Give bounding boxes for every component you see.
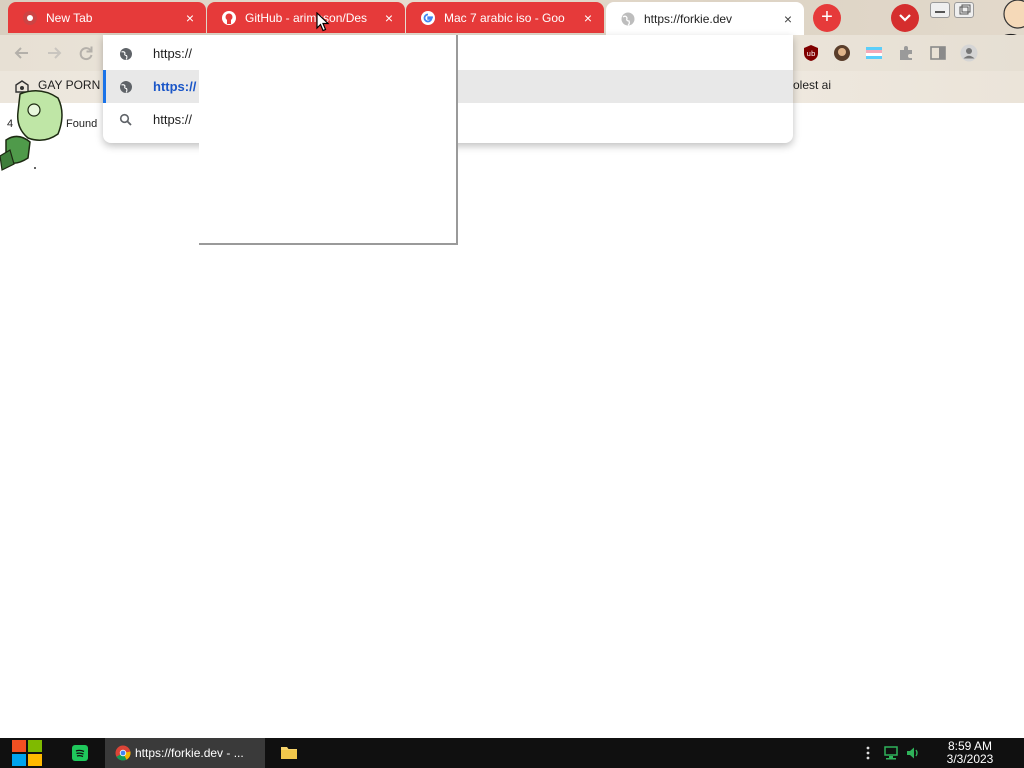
tab-close-icon[interactable]: × [381, 10, 397, 26]
globe-icon [120, 80, 132, 93]
mouse-cursor-icon [316, 12, 330, 32]
suggestion-text: https:// [153, 46, 193, 61]
tab-search-button[interactable] [891, 4, 919, 32]
extension-avatar-icon[interactable] [833, 44, 851, 62]
page-text-fragment: Found [66, 118, 98, 130]
tab-forkie-active[interactable]: https://forkie.dev × [606, 2, 804, 35]
tab-title: Mac 7 arabic iso - Goo [444, 10, 565, 25]
globe-icon [120, 47, 132, 60]
side-panel-icon[interactable] [929, 44, 947, 62]
suggestion-text: https:// [153, 112, 193, 127]
taskbar-window-title: https://forkie.dev - ... [135, 746, 244, 760]
tab-new-tab[interactable]: New Tab × [8, 2, 206, 33]
volume-icon[interactable] [905, 746, 921, 760]
sticker-character-image [0, 90, 63, 171]
file-explorer-icon[interactable] [280, 745, 298, 760]
github-icon [222, 10, 236, 25]
tab-title: https://forkie.dev [644, 11, 733, 26]
globe-icon [621, 12, 635, 26]
profile-avatar-icon[interactable] [960, 44, 978, 62]
forward-arrow-icon [48, 47, 62, 59]
chrome-icon [23, 10, 37, 25]
windows-start-button[interactable] [11, 738, 43, 768]
more-options-icon[interactable] [860, 746, 876, 760]
spotify-icon [75, 749, 85, 758]
taskbar: https://forkie.dev - ... 8:59 AM 3/3/202… [0, 738, 1024, 768]
pride-flag-extension-icon[interactable] [865, 44, 883, 62]
chevron-down-icon [899, 14, 911, 22]
taskbar-app-button[interactable] [72, 745, 88, 761]
restore-icon [959, 4, 971, 15]
svg-text:ub: ub [807, 50, 816, 58]
extensions-puzzle-icon[interactable] [897, 44, 915, 62]
blank-popup-window [199, 35, 458, 245]
bookmark-item[interactable]: olest ai [793, 78, 831, 92]
network-icon[interactable] [883, 746, 899, 760]
suggestion-text: https:// [153, 79, 197, 94]
taskbar-chrome-window[interactable]: https://forkie.dev - ... [105, 738, 265, 768]
tab-google-search[interactable]: Mac 7 arabic iso - Goo × [406, 2, 604, 33]
minimize-icon [935, 11, 945, 13]
minimize-button[interactable] [930, 2, 950, 18]
clock-date: 3/3/2023 [946, 752, 994, 766]
google-icon [421, 10, 435, 25]
reload-button[interactable] [76, 43, 96, 63]
tab-strip: New Tab × GitHub - arimbson/Des × Mac 7 … [0, 0, 1024, 68]
page-content: 4 Found [0, 103, 1024, 738]
system-clock[interactable]: 8:59 AM 3/3/2023 [936, 740, 1004, 766]
tab-close-icon[interactable]: × [580, 10, 596, 26]
ublock-origin-icon[interactable]: ub [802, 44, 820, 62]
tab-close-icon[interactable]: × [780, 11, 796, 27]
forward-button[interactable] [44, 43, 64, 63]
chrome-icon [115, 745, 131, 761]
tab-title: GitHub - arimbson/Des [245, 10, 368, 25]
back-arrow-icon [14, 47, 28, 59]
reload-icon [79, 46, 93, 61]
tab-close-icon[interactable]: × [182, 10, 198, 26]
tab-github[interactable]: GitHub - arimbson/Des × [207, 2, 405, 33]
new-tab-button[interactable]: + [813, 4, 841, 32]
restore-button[interactable] [954, 2, 974, 18]
search-icon [119, 113, 132, 126]
tab-title: New Tab [46, 10, 93, 25]
back-button[interactable] [12, 43, 32, 63]
